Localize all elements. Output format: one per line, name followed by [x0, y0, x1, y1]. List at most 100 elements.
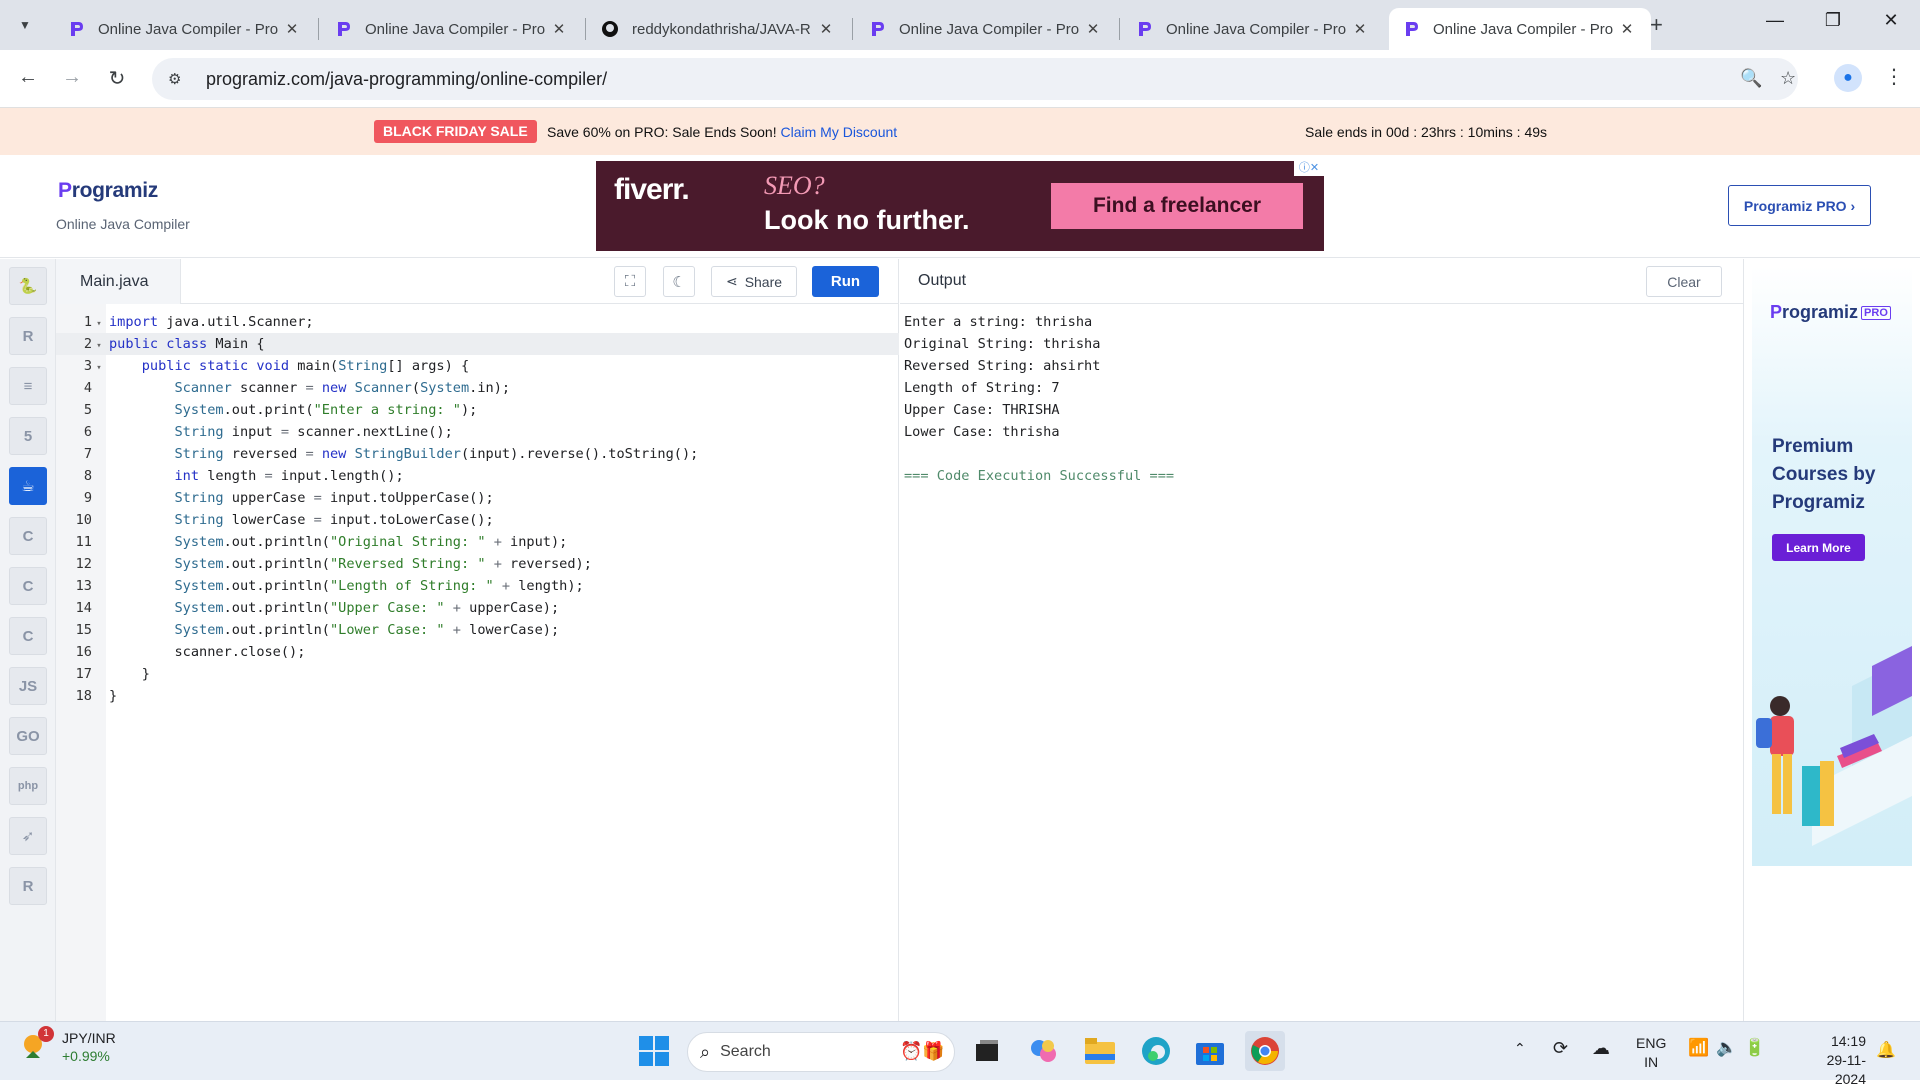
new-tab-button[interactable]: + [1650, 12, 1663, 38]
find-freelancer-button[interactable]: Find a freelancer [1051, 183, 1303, 229]
microsoft-store-icon[interactable] [1190, 1031, 1230, 1071]
site-settings-icon[interactable]: ⚙ [168, 70, 190, 88]
code-line[interactable]: 5 System.out.print("Enter a string: "); [56, 399, 899, 421]
lang-python-icon[interactable]: 🐍 [9, 267, 47, 305]
code-text[interactable]: scanner.close(); [106, 641, 305, 663]
code-text[interactable]: System.out.println("Lower Case: " + lowe… [106, 619, 559, 641]
address-bar[interactable]: ⚙ programiz.com/java-programming/online-… [152, 58, 1798, 100]
close-window-button[interactable]: ✕ [1876, 10, 1906, 31]
code-line[interactable]: 8 int length = input.length(); [56, 465, 899, 487]
code-line[interactable]: 4 Scanner scanner = new Scanner(System.i… [56, 377, 899, 399]
file-tab[interactable]: Main.java [56, 259, 181, 304]
show-hidden-icons-chevron[interactable]: ⌃ [1514, 1040, 1526, 1057]
code-line[interactable]: 17 } [56, 663, 899, 685]
code-text[interactable]: System.out.print("Enter a string: "); [106, 399, 477, 421]
code-line[interactable]: 3 ▾ public static void main(String[] args… [56, 355, 899, 377]
minimize-button[interactable]: — [1760, 10, 1790, 31]
code-text[interactable]: System.out.println("Length of String: " … [106, 575, 583, 597]
claim-discount-link[interactable]: Claim My Discount [780, 124, 897, 140]
system-clock[interactable]: 14:19 29-11-2024 [1804, 1032, 1866, 1089]
side-advertisement[interactable]: Programiz PRO Premium Courses by Programi… [1752, 266, 1912, 866]
fullscreen-icon[interactable]: ⛶ [614, 266, 646, 297]
code-line[interactable]: 18 } [56, 685, 899, 707]
code-line[interactable]: 10 String lowerCase = input.toLowerCase(… [56, 509, 899, 531]
tab-close-icon[interactable]: ✕ [282, 20, 302, 38]
lang-csharp-icon[interactable]: C [9, 617, 47, 655]
battery-icon[interactable]: 🔋 [1744, 1038, 1765, 1058]
code-text[interactable]: System.out.println("Upper Case: " + uppe… [106, 597, 559, 619]
lang-r-icon[interactable]: R [9, 317, 47, 355]
profile-avatar-icon[interactable]: ● [1834, 64, 1862, 92]
zoom-icon[interactable]: 🔍 [1740, 68, 1762, 89]
code-line[interactable]: 16 scanner.close(); [56, 641, 899, 663]
output-console[interactable]: Enter a string: thrisha Original String: … [904, 311, 1174, 487]
code-text[interactable]: } [106, 663, 150, 685]
language-indicator[interactable]: ENG IN [1636, 1034, 1666, 1072]
dark-mode-moon-icon[interactable]: ☾ [663, 266, 695, 297]
fold-arrow-icon[interactable]: ▾ [92, 357, 106, 379]
tab-close-icon[interactable]: ✕ [549, 20, 569, 38]
wifi-icon[interactable]: 📶 [1688, 1038, 1709, 1058]
lang-rust-icon[interactable]: R [9, 867, 47, 905]
browser-tab[interactable]: Online Java Compiler - Pro ✕ [321, 8, 583, 50]
code-area[interactable]: 1 ▾ import java.util.Scanner; 2 ▾ public clas… [56, 311, 899, 707]
bookmark-star-icon[interactable]: ☆ [1780, 68, 1796, 89]
restore-button[interactable]: ❐ [1818, 10, 1848, 31]
code-text[interactable]: Scanner scanner = new Scanner(System.in)… [106, 377, 510, 399]
file-explorer-icon[interactable] [1080, 1031, 1120, 1071]
ticker-widget[interactable]: 1 JPY/INR +0.99% [22, 1026, 116, 1064]
code-line[interactable]: 12 System.out.println("Reversed String: … [56, 553, 899, 575]
tab-search-chevron-icon[interactable]: ▼ [12, 12, 38, 38]
code-line[interactable]: 9 String upperCase = input.toUpperCase()… [56, 487, 899, 509]
top-advertisement[interactable]: fiverr. SEO? Look no further. Find a fre… [596, 161, 1324, 251]
code-text[interactable]: System.out.println("Reversed String: " +… [106, 553, 591, 575]
lang-sql-icon[interactable]: ≡ [9, 367, 47, 405]
forward-arrow-icon[interactable]: → [58, 66, 86, 89]
volume-icon[interactable]: 🔈 [1716, 1038, 1737, 1058]
tab-close-icon[interactable]: ✕ [1350, 20, 1370, 38]
task-view-icon[interactable] [967, 1031, 1007, 1071]
taskbar-search[interactable]: ⌕ Search ⏰🎁 [687, 1032, 955, 1072]
edge-browser-icon[interactable] [1136, 1031, 1176, 1071]
clear-button[interactable]: Clear [1646, 266, 1722, 297]
copilot-icon[interactable] [1024, 1031, 1064, 1071]
windows-start-icon[interactable] [634, 1031, 674, 1071]
code-line[interactable]: 13 System.out.println("Length of String:… [56, 575, 899, 597]
code-line[interactable]: 1 ▾ import java.util.Scanner; [56, 311, 899, 333]
share-button[interactable]: ⋖ Share [711, 266, 797, 297]
code-text[interactable]: public class Main { [106, 333, 265, 355]
programiz-pro-button[interactable]: Programiz PRO › [1728, 185, 1871, 226]
tab-close-icon[interactable]: ✕ [1617, 20, 1637, 38]
lang-javascript-icon[interactable]: JS [9, 667, 47, 705]
sync-icon[interactable]: ⟳ [1553, 1038, 1568, 1059]
onedrive-offline-icon[interactable]: ☁ [1592, 1038, 1610, 1059]
browser-menu-icon[interactable]: ⋮ [1884, 64, 1904, 89]
chrome-taskbar-icon[interactable] [1245, 1031, 1285, 1071]
code-line[interactable]: 6 String input = scanner.nextLine(); [56, 421, 899, 443]
fold-arrow-icon[interactable]: ▾ [92, 335, 106, 357]
code-text[interactable]: } [106, 685, 117, 707]
code-text[interactable]: String reversed = new StringBuilder(inpu… [106, 443, 698, 465]
code-line[interactable]: 14 System.out.println("Upper Case: " + u… [56, 597, 899, 619]
code-line[interactable]: 15 System.out.println("Lower Case: " + l… [56, 619, 899, 641]
run-button[interactable]: Run [812, 266, 879, 297]
back-arrow-icon[interactable]: ← [14, 66, 42, 89]
lang-c-icon[interactable]: C [9, 517, 47, 555]
ad-close-icon[interactable]: ⓘ✕ [1294, 161, 1324, 176]
lang-java-icon[interactable]: ☕ [9, 467, 47, 505]
lang-cpp-icon[interactable]: C [9, 567, 47, 605]
tab-close-icon[interactable]: ✕ [1083, 20, 1103, 38]
lang-php-icon[interactable]: php [9, 767, 47, 805]
lang-go-icon[interactable]: GO [9, 717, 47, 755]
browser-tab[interactable]: Online Java Compiler - Pro ✕ [855, 8, 1117, 50]
code-text[interactable]: System.out.println("Original String: " +… [106, 531, 567, 553]
fold-arrow-icon[interactable]: ▾ [92, 313, 106, 335]
lang-swift-icon[interactable]: ➶ [9, 817, 47, 855]
url-text[interactable]: programiz.com/java-programming/online-co… [206, 69, 607, 90]
reload-icon[interactable]: ↻ [103, 66, 131, 91]
code-text[interactable]: String input = scanner.nextLine(); [106, 421, 452, 443]
code-line[interactable]: 11 System.out.println("Original String: … [56, 531, 899, 553]
browser-tab[interactable]: Online Java Compiler - Pro ✕ [54, 8, 316, 50]
code-text[interactable]: import java.util.Scanner; [106, 311, 314, 333]
notification-bell-icon[interactable]: 🔔 [1876, 1040, 1896, 1060]
